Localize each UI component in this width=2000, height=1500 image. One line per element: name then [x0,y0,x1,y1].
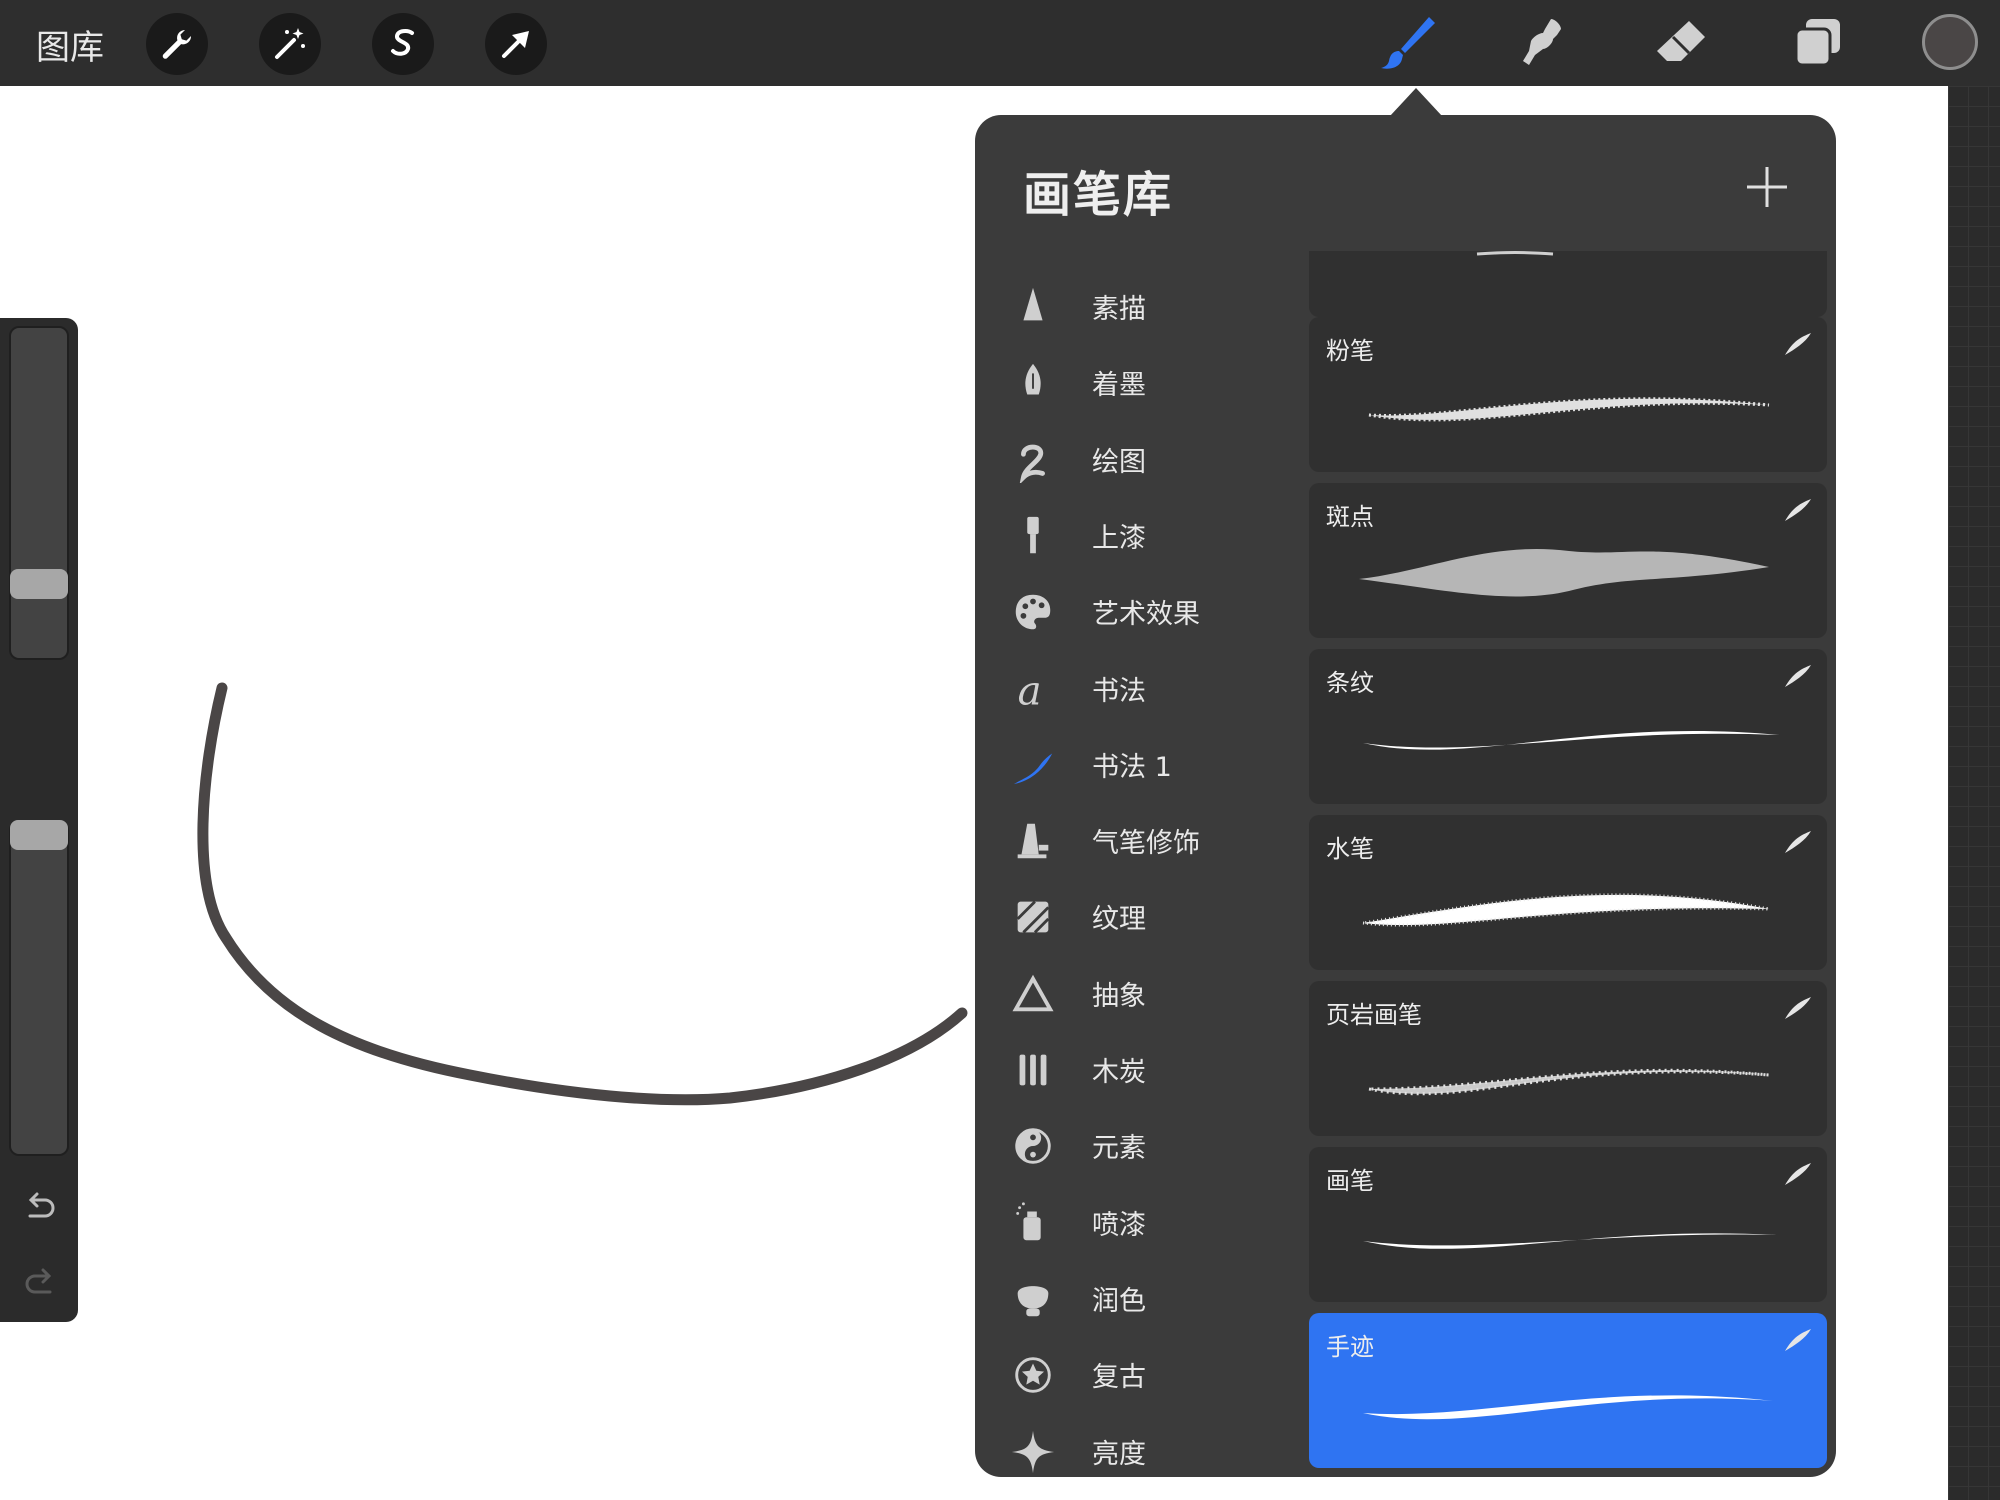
category-item[interactable]: 上漆 [975,498,1285,574]
brush-stroke-badge-icon [1783,497,1813,523]
brush-stroke-badge-icon [1783,1161,1813,1187]
category-label: 润色 [1092,1285,1146,1317]
opacity-slider[interactable] [9,820,69,1156]
brush-stroke-preview [1349,1029,1799,1119]
category-label: 纹理 [1092,904,1146,936]
category-label: 抽象 [1092,980,1146,1012]
category-label: 绘图 [1092,446,1146,478]
paint-brush-icon [1009,512,1057,560]
brush-stroke-preview [1349,863,1799,953]
category-item[interactable]: 润色 [975,1261,1285,1337]
brush-name: 页岩画笔 [1326,1001,1422,1029]
pencil-tip-icon [1009,283,1057,331]
airbrush-icon [1009,817,1057,865]
brush-name: 手迹 [1326,1333,1374,1361]
brush-card-partial[interactable] [1309,251,1827,317]
yin-yang-icon [1009,1122,1057,1170]
star-badge-icon [1009,1351,1057,1399]
brush-card[interactable]: 画笔 [1309,1147,1827,1302]
calligraphy-stroke-icon [1009,741,1057,789]
brush-card[interactable]: 斑点 [1309,483,1827,638]
brush-name: 画笔 [1326,1167,1374,1195]
category-item[interactable]: 着墨 [975,345,1285,421]
redo-icon[interactable] [20,1264,60,1304]
opacity-slider-thumb[interactable] [10,820,68,850]
category-item[interactable]: 复古 [975,1337,1285,1413]
brush-icon[interactable] [1374,10,1440,76]
brush-name: 粉笔 [1326,337,1374,365]
brush-library-popover: 画笔库 素描着墨绘图上漆艺术效果 a 书法书法 1 气笔修饰纹理抽象木炭元素喷漆润色复… [975,115,1836,1477]
texture-icon [1009,893,1057,941]
smudge-icon[interactable] [1510,10,1576,76]
brush-stroke-badge-icon [1783,663,1813,689]
category-label: 上漆 [1092,522,1146,554]
spray-can-icon [1009,1199,1057,1247]
category-item[interactable]: 艺术效果 [975,574,1285,650]
brush-stroke-badge-icon [1783,331,1813,357]
undo-icon[interactable] [20,1188,60,1228]
category-item[interactable]: 纹理 [975,879,1285,955]
triangle-icon [1009,970,1057,1018]
color-swatch-button[interactable] [1922,14,1978,70]
charcoal-bars-icon [1009,1046,1057,1094]
brush-name: 斑点 [1326,503,1374,531]
category-item[interactable]: a 书法 [975,651,1285,727]
brush-library-title: 画笔库 [1023,167,1174,223]
category-item[interactable]: 气笔修饰 [975,803,1285,879]
brush-card[interactable]: 页岩画笔 [1309,981,1827,1136]
category-label: 着墨 [1092,370,1146,402]
add-brush-button[interactable] [1735,155,1799,219]
category-label: 艺术效果 [1092,599,1200,631]
brush-stroke-preview [1349,365,1799,455]
brush-stroke-badge-icon [1783,1327,1813,1353]
brush-card[interactable]: 手迹 [1309,1313,1827,1468]
script-a-icon: a [1009,665,1057,713]
svg-text:a: a [1018,668,1042,712]
category-item[interactable]: 素描 [975,269,1285,345]
brush-name: 条纹 [1326,669,1374,697]
brush-size-slider-thumb[interactable] [10,569,68,600]
brush-stroke-badge-icon [1783,995,1813,1021]
plus-icon [1747,167,1787,207]
category-label: 复古 [1092,1362,1146,1394]
brush-stroke-badge-icon [1783,829,1813,855]
category-item[interactable]: 抽象 [975,956,1285,1032]
sidebar-sliders-panel [0,318,78,1322]
category-item[interactable]: 喷漆 [975,1185,1285,1261]
popover-pointer [1390,88,1442,116]
palette-icon [1009,588,1057,636]
brush-card[interactable]: 粉笔 [1309,317,1827,472]
category-label: 气笔修饰 [1092,828,1200,860]
category-item[interactable]: 元素 [975,1108,1285,1184]
brush-stroke-preview [1349,1361,1799,1451]
category-item[interactable]: 木炭 [975,1032,1285,1108]
brush-card[interactable]: 条纹 [1309,649,1827,804]
squiggle-icon [1009,436,1057,484]
layers-icon[interactable] [1785,10,1851,76]
brush-stroke-preview [1349,1195,1799,1285]
category-label: 素描 [1092,294,1146,325]
category-label: 元素 [1092,1133,1146,1165]
eraser-icon[interactable] [1648,10,1714,76]
brush-card[interactable]: 水笔 [1309,815,1827,970]
category-label: 书法 1 [1092,751,1172,783]
category-label: 书法 [1092,675,1146,707]
sparkle-icon [1009,1428,1057,1476]
blush-brush-icon [1009,1275,1057,1323]
brush-name: 水笔 [1326,835,1374,863]
brush-stroke-preview [1349,697,1799,787]
category-item[interactable]: 绘图 [975,422,1285,498]
category-item[interactable]: 书法 1 [975,727,1285,803]
category-item[interactable]: 亮度 [975,1414,1285,1478]
category-label: 木炭 [1092,1057,1146,1088]
category-label: 亮度 [1092,1438,1146,1470]
canvas-stroke [197,682,968,1106]
canvas-background-grid [1948,86,2000,1500]
pen-nib-icon [1009,359,1057,407]
category-label: 喷漆 [1092,1209,1146,1241]
brush-size-slider[interactable] [9,326,69,660]
brush-stroke-preview [1349,531,1799,621]
